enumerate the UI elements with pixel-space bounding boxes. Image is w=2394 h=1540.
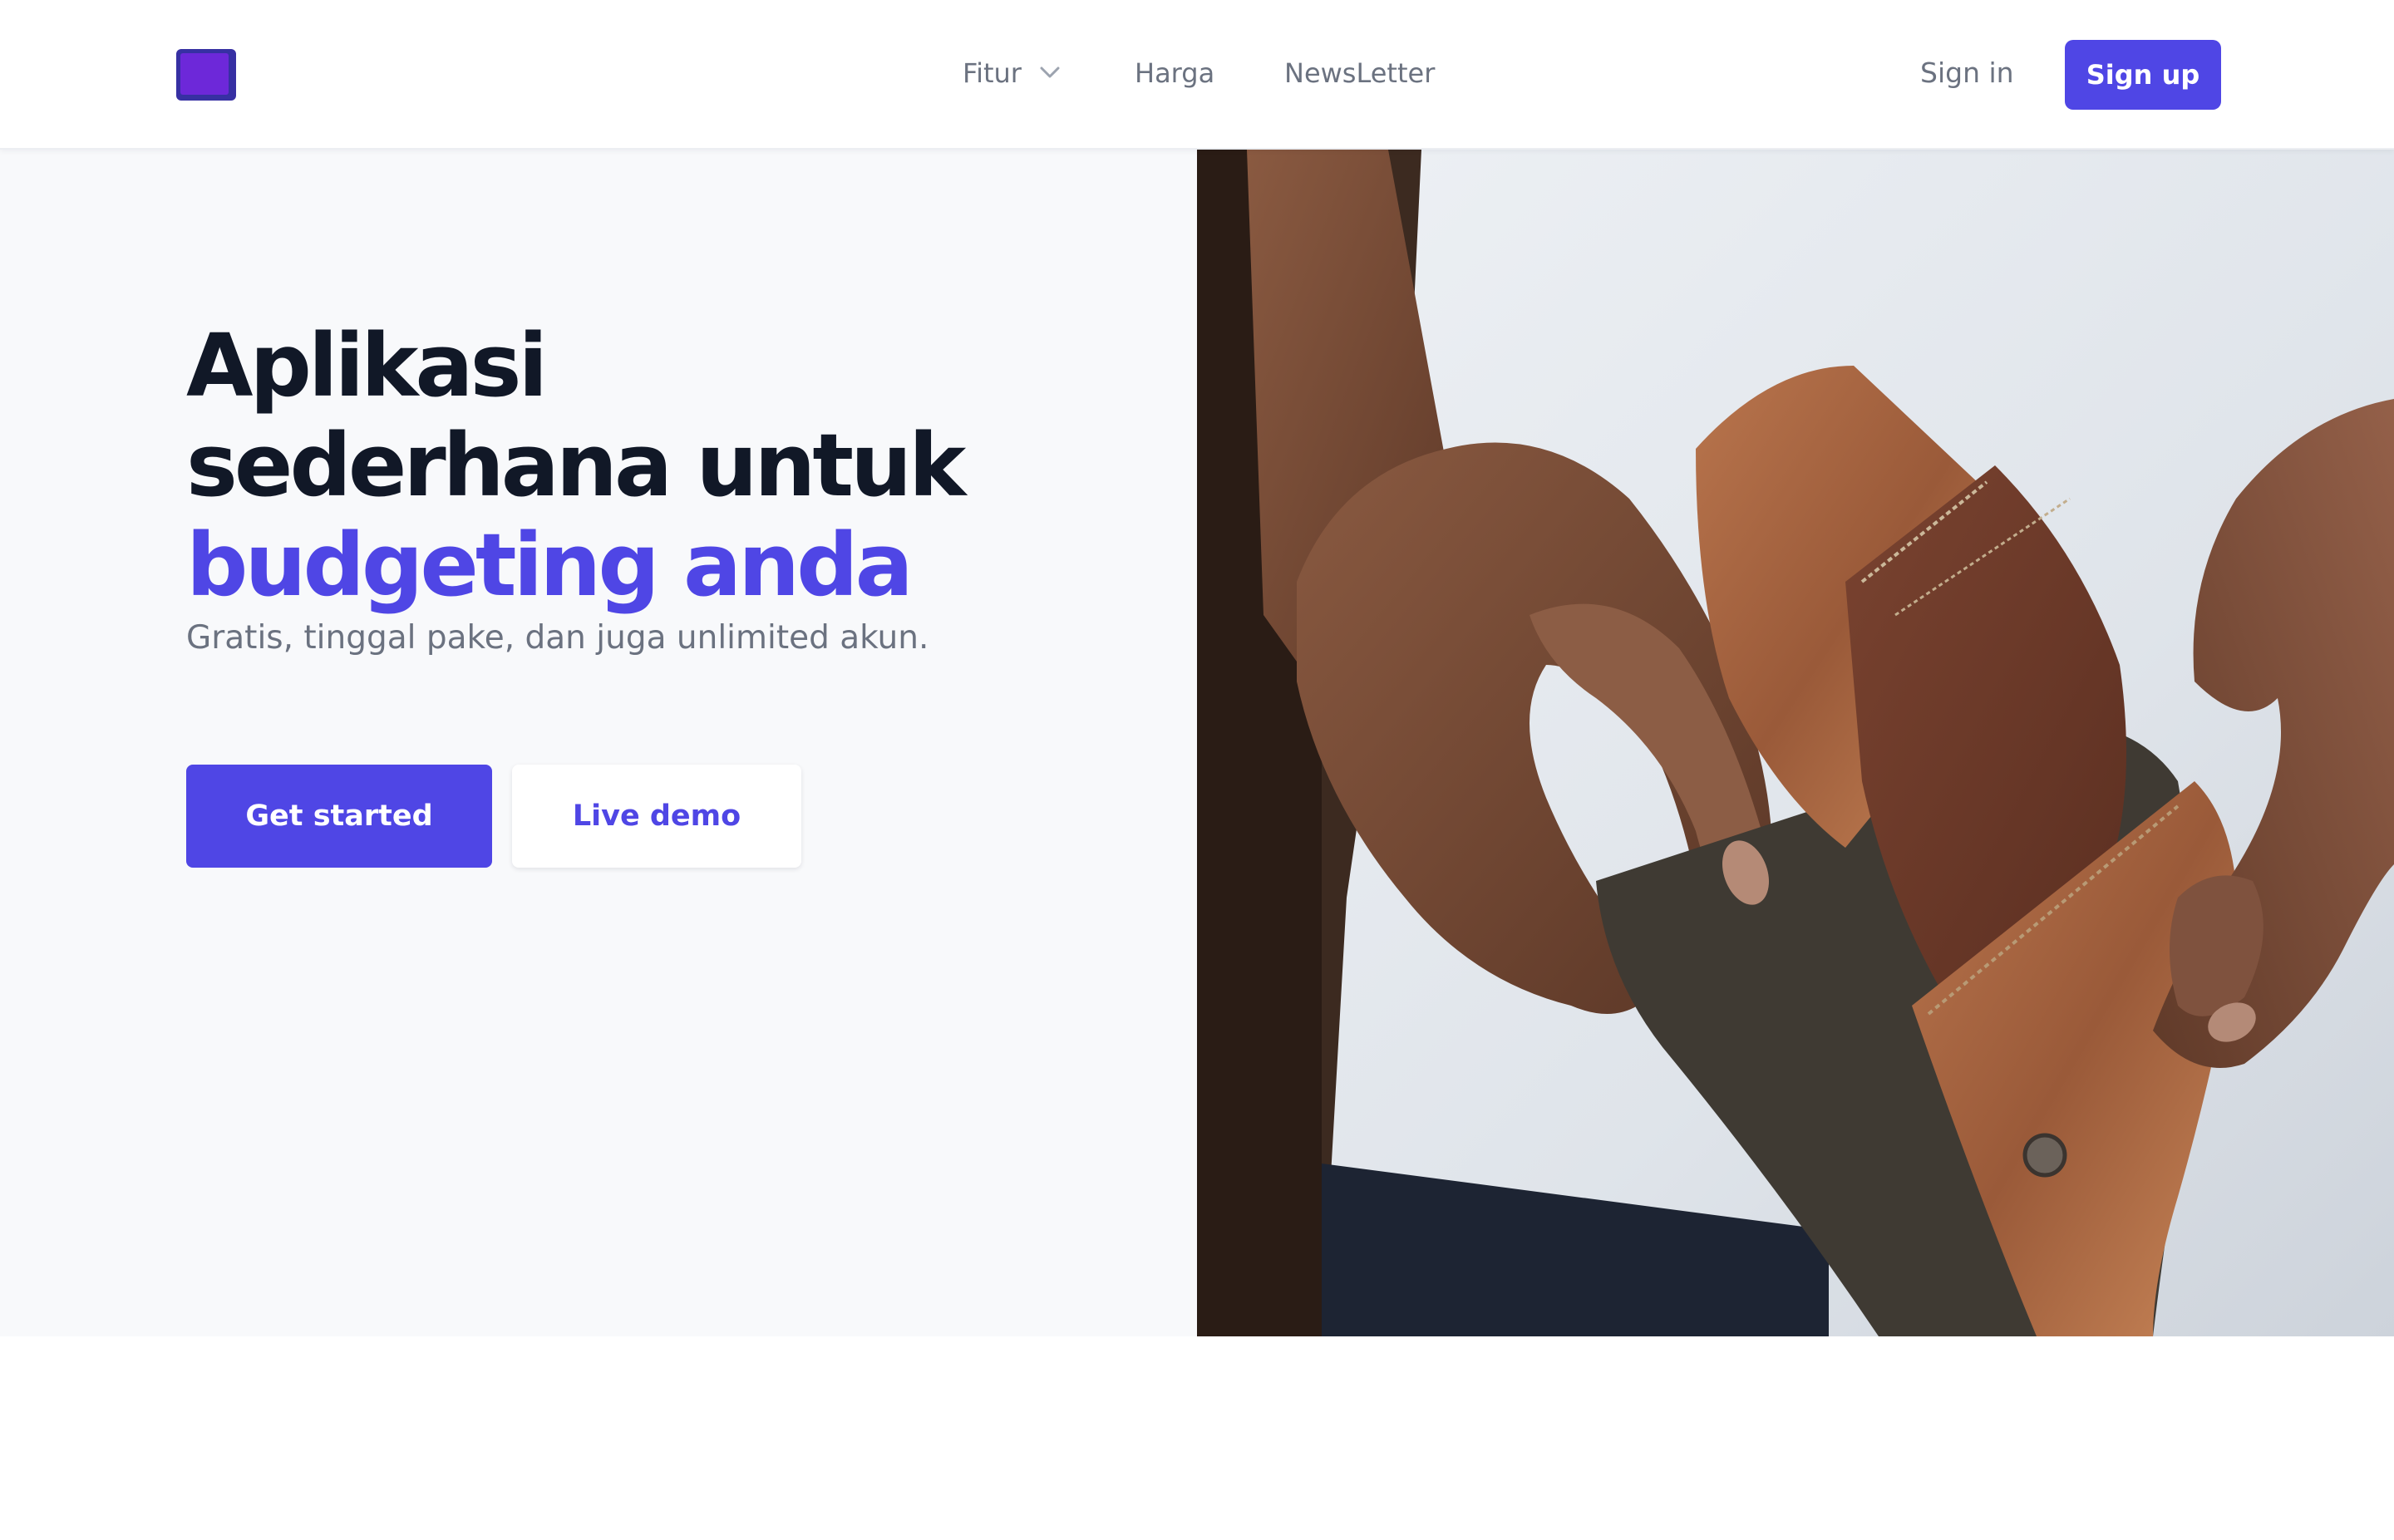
nav-harga[interactable]: Harga [1135, 55, 1214, 91]
empty-wallet-photo-icon [1197, 150, 2394, 1336]
nav-fitur[interactable]: Fitur [963, 55, 1022, 91]
get-started-button[interactable]: Get started [186, 765, 492, 868]
below-fold [0, 1336, 2394, 1540]
site-header: Fitur Harga NewsLetter Sign in Sign up [0, 0, 2394, 150]
hero-subtitle: Gratis, tinggal pake, dan juga unlimited… [186, 619, 929, 657]
sign-up-button[interactable]: Sign up [2065, 40, 2221, 110]
hero-title-line-1: Aplikasi [186, 315, 548, 416]
hero-title-accent: budgeting anda [186, 514, 914, 616]
hero-title: Aplikasi sederhana untuk budgeting anda [186, 316, 1184, 615]
logo-icon[interactable] [176, 49, 236, 101]
nav-newsletter[interactable]: NewsLetter [1284, 55, 1435, 91]
live-demo-button[interactable]: Live demo [512, 765, 801, 868]
chevron-down-icon[interactable] [1037, 63, 1062, 81]
sign-in-link[interactable]: Sign in [1920, 55, 2014, 91]
hero-image [1197, 150, 2394, 1336]
hero-title-line-2: sederhana untuk [186, 415, 966, 516]
